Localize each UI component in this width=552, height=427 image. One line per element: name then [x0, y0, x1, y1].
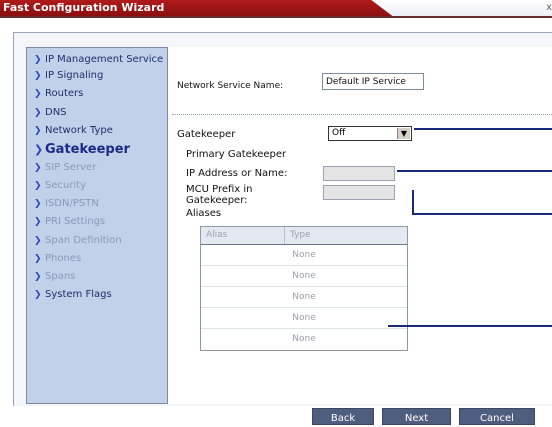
network-service-name-input[interactable] — [322, 73, 424, 90]
sidebar-item-label: DNS — [45, 107, 67, 118]
mcu-prefix-input — [323, 185, 395, 200]
sidebar-item-spans: ❯ Spans — [34, 269, 75, 285]
table-row[interactable]: None — [201, 287, 407, 308]
chevron-right-icon: ❯ — [34, 217, 42, 227]
sidebar-item-label: SIP Server — [45, 162, 97, 173]
sidebar-item-routers[interactable]: ❯ Routers — [34, 86, 83, 102]
back-button[interactable]: Back — [312, 408, 374, 425]
sidebar-item-sip-server: ❯ SIP Server — [34, 160, 96, 176]
primary-gatekeeper-label: Primary Gatekeeper — [186, 149, 287, 160]
sidebar-item-label: Phones — [45, 253, 82, 264]
sidebar-item-label: Span Definition — [45, 235, 122, 246]
sidebar-item-label: Security — [45, 180, 87, 191]
callout-line-mcu-vertical — [412, 190, 414, 215]
chevron-right-icon: ❯ — [34, 272, 42, 282]
close-icon[interactable]: x — [546, 2, 552, 14]
column-header-type: Type — [290, 230, 311, 240]
table-cell-type: None — [292, 313, 316, 323]
callout-line-ip-address — [397, 170, 552, 172]
callout-line-aliases — [388, 325, 552, 327]
mcu-prefix-label-line1: MCU Prefix in — [186, 184, 253, 195]
table-row[interactable]: None — [201, 308, 407, 329]
window-title: Fast Configuration Wizard — [3, 1, 165, 14]
sidebar-item-ip-management-service[interactable]: ❯ IP Management Service — [34, 52, 163, 68]
sidebar-item-dns[interactable]: ❯ DNS — [34, 105, 67, 121]
gatekeeper-select[interactable]: Off ▼ — [328, 126, 412, 141]
sidebar-item-label: Routers — [45, 88, 84, 99]
sidebar-item-security: ❯ Security — [34, 178, 86, 194]
cancel-button[interactable]: Cancel — [459, 408, 535, 425]
sidebar-item-gatekeeper[interactable]: ❯ Gatekeeper — [34, 142, 130, 158]
sidebar-item-pri-settings: ❯ PRI Settings — [34, 214, 105, 230]
chevron-right-icon: ❯ — [34, 254, 42, 264]
chevron-right-icon: ❯ — [34, 89, 42, 99]
sidebar-item-label: Spans — [45, 271, 76, 282]
callout-line-gatekeeper — [414, 128, 552, 130]
network-service-label: Network Service Name: — [177, 81, 284, 91]
sidebar-item-system-flags[interactable]: ❯ System Flags — [34, 287, 112, 303]
chevron-right-icon: ❯ — [34, 71, 42, 81]
wizard-sidebar: ❯ IP Management Service ❯ IP Signaling ❯ Ro… — [26, 47, 168, 404]
aliases-label: Aliases — [186, 208, 222, 219]
table-row[interactable]: None — [201, 245, 407, 266]
sidebar-item-span-definition: ❯ Span Definition — [34, 233, 122, 249]
chevron-right-icon: ❯ — [34, 126, 42, 136]
ip-address-input — [323, 166, 395, 181]
chevron-right-icon: ❯ — [34, 199, 42, 209]
gatekeeper-selected-value: Off — [332, 128, 346, 138]
table-cell-type: None — [292, 271, 316, 281]
chevron-down-icon[interactable]: ▼ — [397, 128, 410, 139]
sidebar-item-label: IP Signaling — [45, 70, 104, 81]
title-bar-divider — [0, 16, 552, 18]
column-header-alias: Alias — [201, 227, 285, 244]
chevron-right-icon: ❯ — [34, 143, 44, 156]
chevron-right-icon: ❯ — [34, 181, 42, 191]
sidebar-item-label: Network Type — [45, 125, 113, 136]
sidebar-item-label: ISDN/PSTN — [45, 198, 99, 209]
chevron-right-icon: ❯ — [34, 163, 42, 173]
title-bar: Fast Configuration Wizard x — [0, 0, 552, 18]
sidebar-item-label: Gatekeeper — [45, 142, 130, 157]
chevron-right-icon: ❯ — [34, 108, 42, 118]
sidebar-item-label: IP Management Service — [45, 54, 164, 65]
table-row[interactable]: None — [201, 329, 407, 350]
chevron-right-icon: ❯ — [34, 290, 42, 300]
sidebar-item-phones: ❯ Phones — [34, 251, 81, 267]
table-header: Alias Type — [201, 227, 407, 245]
next-button[interactable]: Next — [382, 408, 451, 425]
chevron-right-icon: ❯ — [34, 55, 42, 65]
mcu-prefix-label: MCU Prefix in Gatekeeper: — [186, 184, 253, 206]
table-cell-type: None — [292, 292, 316, 302]
section-divider — [172, 114, 552, 115]
sidebar-item-network-type[interactable]: ❯ Network Type — [34, 123, 113, 139]
sidebar-item-label: System Flags — [45, 289, 112, 300]
table-cell-type: None — [292, 250, 316, 260]
gatekeeper-label: Gatekeeper — [177, 129, 236, 140]
ip-address-label: IP Address or Name: — [186, 168, 288, 179]
chevron-right-icon: ❯ — [34, 236, 42, 246]
sidebar-item-label: PRI Settings — [45, 216, 106, 227]
table-row[interactable]: None — [201, 266, 407, 287]
callout-line-mcu-prefix — [412, 213, 552, 215]
sidebar-item-ip-signaling[interactable]: ❯ IP Signaling — [34, 68, 103, 84]
sidebar-item-isdn-pstn: ❯ ISDN/PSTN — [34, 196, 99, 212]
table-cell-type: None — [292, 334, 316, 344]
mcu-prefix-label-line2: Gatekeeper: — [186, 195, 248, 206]
aliases-table: Alias Type None None None None None — [200, 226, 408, 351]
